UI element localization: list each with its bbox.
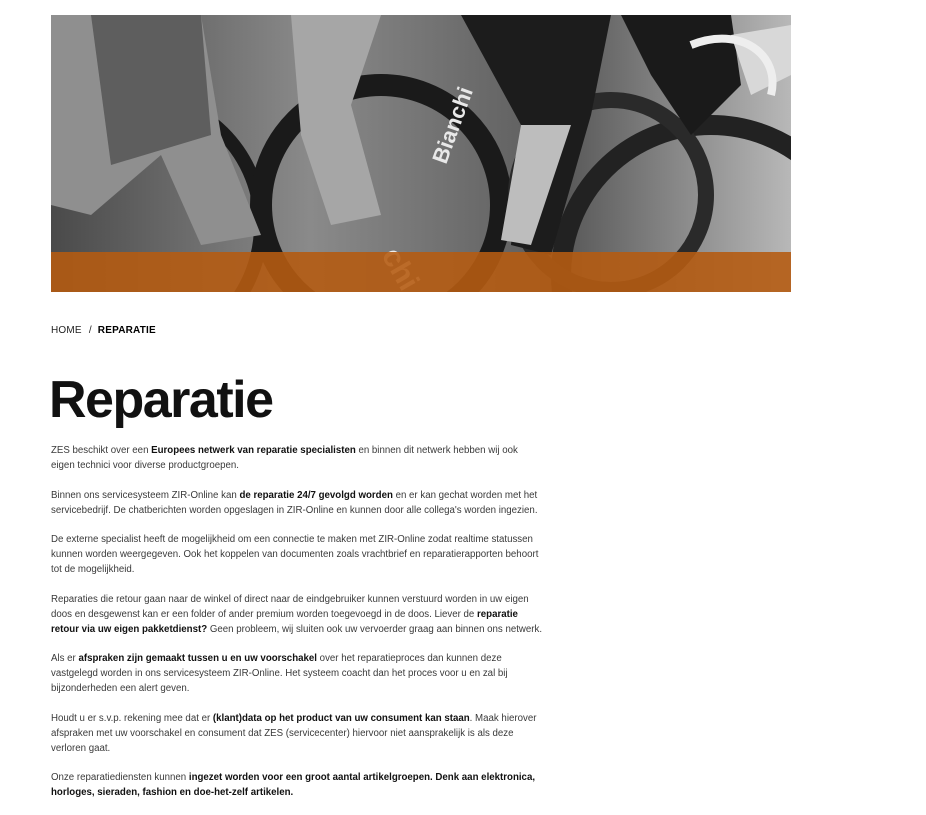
text: ZES beschikt over een — [51, 445, 152, 456]
paragraph: Als er afspraken zijn gemaakt tussen u e… — [51, 651, 543, 696]
text: De externe specialist heeft de mogelijkh… — [51, 534, 539, 575]
hero-photo: Bianchi chi — [51, 15, 791, 292]
paragraph: De externe specialist heeft de mogelijkh… — [51, 532, 543, 577]
breadcrumb-current: REPARATIE — [97, 325, 156, 336]
paragraph: Onze reparatiediensten kunnen ingezet wo… — [51, 770, 543, 800]
bold-text: (klant)data op het product van uw consum… — [212, 712, 470, 724]
text: Houdt u er s.v.p. rekening mee dat er — [51, 712, 213, 724]
breadcrumb-separator: / — [88, 325, 92, 336]
breadcrumb: HOME / REPARATIE — [51, 325, 156, 336]
page-title: Reparatie — [49, 371, 274, 429]
text: Reparaties die retour gaan naar de winke… — [51, 593, 529, 620]
paragraph: Binnen ons servicesysteem ZIR-Online kan… — [51, 488, 543, 518]
hero-image: Bianchi chi — [51, 15, 791, 292]
text: Geen probleem, wij sluiten ook uw vervoe… — [207, 623, 543, 635]
paragraph: Houdt u er s.v.p. rekening mee dat er (k… — [51, 711, 543, 756]
bold-text: de reparatie 24/7 gevolgd worden — [239, 489, 393, 501]
paragraph: ZES beschikt over een Europees netwerk v… — [51, 443, 543, 473]
text: Als er — [51, 653, 79, 664]
text: Binnen ons servicesysteem ZIR-Online kan — [51, 489, 240, 501]
text: Onze reparatiediensten kunnen — [51, 772, 189, 783]
paragraph: Reparaties die retour gaan naar de winke… — [51, 592, 543, 637]
bold-text: Europees netwerk van reparatie specialis… — [151, 445, 356, 456]
content-body: ZES beschikt over een Europees netwerk v… — [51, 443, 543, 815]
bold-text: afspraken zijn gemaakt tussen u en uw vo… — [78, 653, 317, 664]
breadcrumb-home-link[interactable]: HOME — [51, 325, 82, 336]
